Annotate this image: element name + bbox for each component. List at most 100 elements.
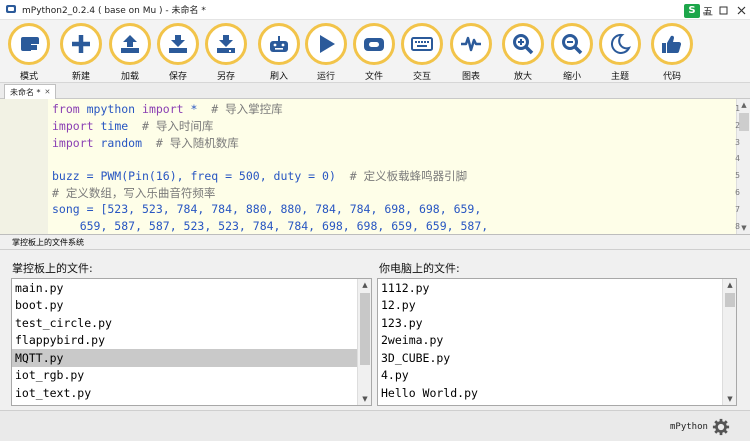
status-bar: mPython	[0, 410, 750, 441]
scroll-down-icon[interactable]: ▼	[358, 393, 371, 405]
toolbar-label: 放大	[513, 72, 532, 82]
code-line[interactable]: song = [523, 523, 784, 784, 880, 880, 78…	[52, 202, 481, 216]
toolbar-button-keyboard[interactable]: 交互	[399, 23, 445, 82]
thumbs-up-icon	[651, 23, 693, 65]
toolbar-button-mode[interactable]: 模式	[6, 23, 52, 82]
tab-close-icon[interactable]: ✕	[45, 88, 51, 96]
keyboard-icon	[401, 23, 443, 65]
toolbar-button-files[interactable]: 文件	[351, 23, 397, 82]
toolbar-button-plus[interactable]: 新建	[58, 23, 104, 82]
scroll-thumb[interactable]	[725, 293, 735, 307]
toolbar-button-plotter[interactable]: 图表	[448, 23, 494, 82]
files-icon	[353, 23, 395, 65]
file-list-item[interactable]: boot.py	[12, 297, 371, 315]
device-list-scrollbar[interactable]: ▲ ▼	[357, 279, 371, 405]
code-text: *	[183, 102, 198, 116]
minimize-icon	[703, 12, 710, 13]
gear-icon[interactable]	[712, 418, 730, 436]
toolbar-button-play[interactable]: 运行	[303, 23, 349, 82]
code-comment: # 导入随机数库	[142, 135, 239, 150]
toolbar-label: 代码	[662, 72, 681, 82]
maximize-icon	[719, 6, 728, 14]
line-number: 8	[735, 221, 740, 231]
toolbar-button-zoom-out[interactable]: 缩小	[549, 23, 595, 82]
code-line[interactable]: import random # 导入随机数库	[52, 135, 239, 151]
toolbar-button-flash[interactable]: 刷入	[256, 23, 302, 82]
file-list-item[interactable]: 12.py	[378, 297, 736, 315]
code-comment: # 定义数组，写入乐曲音符频率	[52, 186, 216, 200]
scroll-thumb[interactable]	[739, 113, 749, 131]
tab-label: 未命名 *	[10, 87, 41, 97]
device-files-title: 掌控板上的文件:	[12, 262, 93, 275]
scroll-up-icon[interactable]: ▲	[358, 279, 371, 291]
code-line[interactable]: from mpython import * # 导入掌控库	[52, 101, 283, 117]
code-text: mpython	[79, 102, 143, 116]
files-panel: 掌控板上的文件: main.py boot.py test_circle.py fla…	[0, 250, 750, 410]
mode-icon	[8, 23, 50, 65]
device-file-list[interactable]: main.py boot.py test_circle.py flappybird.p…	[11, 278, 372, 406]
file-list-item[interactable]: flappybird.py	[12, 332, 371, 350]
file-list-item[interactable]: main.py	[12, 279, 371, 297]
toolbar-button-zoom-in[interactable]: 放大	[500, 23, 546, 82]
code-line[interactable]: 659, 587, 587, 523, 523, 784, 784, 698, …	[52, 218, 489, 233]
toolbar-button-save-as[interactable]: 另存	[203, 23, 249, 82]
toolbar-button-upload[interactable]: 加载	[107, 23, 153, 82]
file-list-item[interactable]: Hello World.py	[378, 384, 736, 402]
file-list-item[interactable]: iot_rgb.py	[12, 367, 371, 385]
close-icon	[737, 6, 745, 14]
zoom-out-icon	[551, 23, 593, 65]
scroll-up-icon[interactable]: ▲	[723, 279, 736, 291]
file-list-item[interactable]: test_circle.py	[12, 314, 371, 332]
local-file-list[interactable]: 1112.py 12.py 123.py 2weima.py 3D_CUBE.py 4.p…	[377, 278, 737, 406]
file-list-item[interactable]: 1112.py	[378, 279, 736, 297]
file-list-item[interactable]: 4.py	[378, 367, 736, 385]
maximize-button[interactable]	[715, 0, 732, 20]
toolbar-label: 主题	[610, 72, 629, 82]
save-icon	[157, 23, 199, 65]
toolbar-label: 保存	[168, 72, 187, 82]
toolbar-label: 刷入	[269, 72, 288, 82]
line-number-gutter	[0, 99, 48, 234]
toolbar-button-thumbs-up[interactable]: 代码	[649, 23, 695, 82]
upload-icon	[109, 23, 151, 65]
close-button[interactable]	[732, 0, 750, 20]
toolbar-button-save[interactable]: 保存	[155, 23, 201, 82]
code-line[interactable]: # 定义数组，写入乐曲音符频率	[52, 185, 215, 201]
code-text: song = [523, 523, 784, 784, 880, 880, 78…	[52, 201, 482, 216]
toolbar-label: 另存	[216, 72, 235, 82]
plotter-icon	[450, 23, 492, 65]
minimize-button[interactable]	[698, 0, 715, 20]
code-keyword: from	[52, 102, 80, 116]
file-list-item[interactable]: MQTT.py	[12, 349, 371, 367]
local-list-scrollbar[interactable]: ▲ ▼	[722, 279, 736, 405]
toolbar-label: 交互	[412, 72, 431, 82]
code-text: buzz = PWM(Pin(16), freq = 500, duty = 0…	[52, 169, 336, 184]
code-text: 659, 587, 587, 523, 523, 784, 784, 698, …	[52, 218, 489, 233]
toolbar-label: 图表	[461, 72, 480, 82]
file-list-item[interactable]: 2weima.py	[378, 332, 736, 350]
line-number: 1	[735, 104, 740, 113]
scroll-thumb[interactable]	[360, 293, 370, 365]
code-keyword: import	[52, 118, 94, 133]
line-number: 5	[735, 171, 740, 181]
code-line[interactable]: import time # 导入时间库	[52, 118, 213, 134]
code-comment: # 定义板载蜂鸣器引脚	[335, 169, 468, 184]
code-comment: # 导入掌控库	[197, 102, 283, 116]
toolbar-button-moon[interactable]: 主题	[597, 23, 643, 82]
file-list-item[interactable]: 3D_CUBE.py	[378, 349, 736, 367]
toolbar-label: 新建	[71, 72, 90, 82]
line-number: 6	[735, 188, 740, 197]
line-number: 4	[735, 154, 740, 164]
toolbar-label: 加载	[120, 72, 139, 82]
tab-bar: 未命名 * ✕	[0, 83, 750, 99]
code-line[interactable]: buzz = PWM(Pin(16), freq = 500, duty = 0…	[52, 168, 467, 184]
code-comment: # 导入时间库	[128, 118, 214, 133]
file-list-item[interactable]: iot_text.py	[12, 384, 371, 402]
app-icon	[5, 4, 17, 16]
save-as-icon	[205, 23, 247, 65]
scroll-down-icon[interactable]: ▼	[723, 393, 736, 405]
tab-untitled[interactable]: 未命名 * ✕	[4, 84, 57, 99]
code-keyword: import	[52, 135, 94, 150]
code-editor[interactable]: ▲ ▼ 1 from mpython import * # 导入掌控库 2 impor…	[0, 99, 750, 234]
file-list-item[interactable]: 123.py	[378, 314, 736, 332]
